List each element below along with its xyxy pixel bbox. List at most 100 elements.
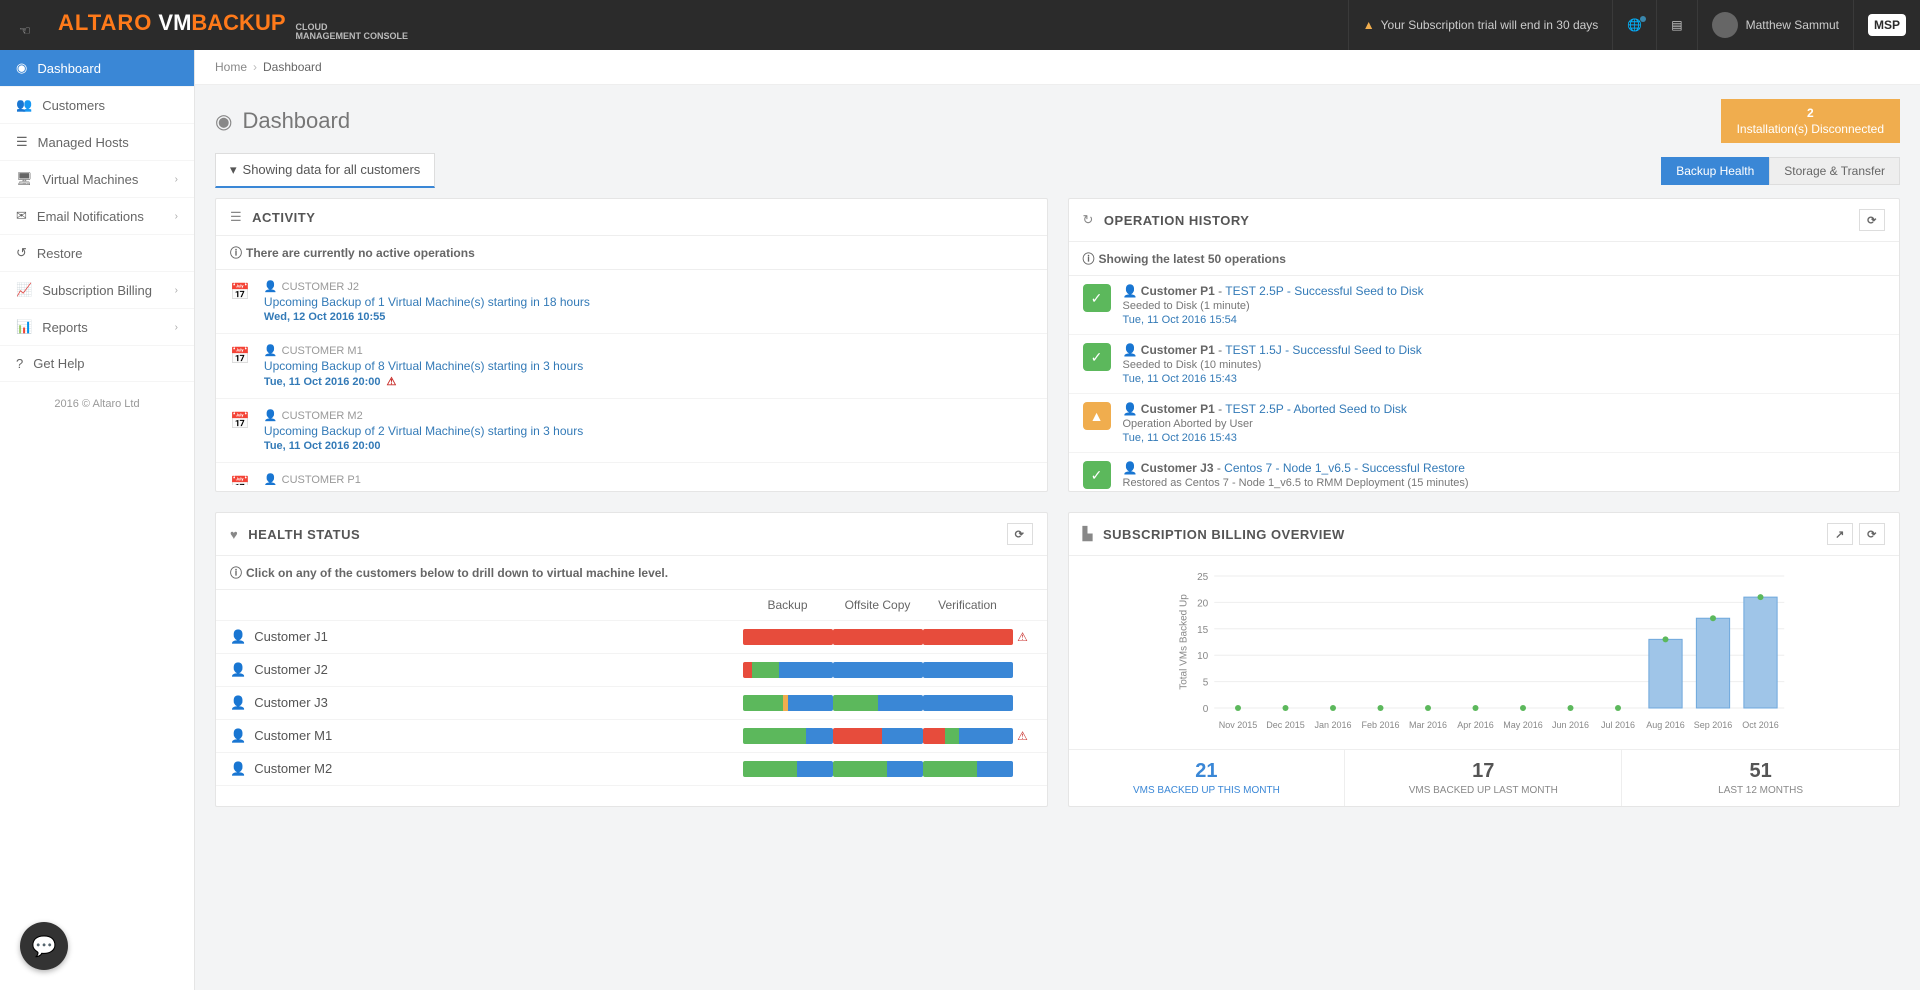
customer-filter[interactable]: ▾Showing data for all customers xyxy=(215,153,435,188)
health-row[interactable]: 👤Customer J1 ⚠ xyxy=(216,621,1047,654)
view-tabs: Backup Health Storage & Transfer xyxy=(1661,157,1900,185)
operation-item[interactable]: ▲ 👤 Customer P1 - TEST 2.5P - Aborted Se… xyxy=(1069,394,1900,453)
brand: ALTARO VMBACKUP CLOUDMANAGEMENT CONSOLE xyxy=(50,10,408,41)
tab-backup-health[interactable]: Backup Health xyxy=(1661,157,1769,185)
chevron-right-icon: › xyxy=(175,211,178,222)
chevron-right-icon: › xyxy=(175,285,178,296)
activity-customer: 👤CUSTOMER M2 xyxy=(264,409,583,422)
brand-vm: VM xyxy=(158,10,191,35)
activity-empty-msg: There are currently no active operations xyxy=(246,246,475,260)
svg-text:Dec 2015: Dec 2015 xyxy=(1266,720,1305,730)
sidebar-item-virtual-machines[interactable]: 🖥Virtual Machines› xyxy=(0,161,194,198)
calendar-icon: 📅 xyxy=(230,409,250,452)
activity-desc[interactable]: Upcoming Backup of 2 Virtual Machine(s) … xyxy=(264,424,583,438)
operation-item[interactable]: ✓ 👤 Customer P1 - TEST 1.5J - Successful… xyxy=(1069,335,1900,394)
globe-icon[interactable]: 🌐 xyxy=(1612,0,1656,50)
health-bar xyxy=(923,629,1013,645)
chevron-right-icon: › xyxy=(175,322,178,333)
sidebar-item-subscription-billing[interactable]: 📈Subscription Billing› xyxy=(0,272,194,309)
op-link[interactable]: TEST 2.5P - Successful Seed to Disk xyxy=(1225,284,1423,298)
refresh-button[interactable]: ⟳ xyxy=(1007,523,1033,545)
breadcrumb-home[interactable]: Home xyxy=(215,60,247,74)
share-button[interactable]: ↗ xyxy=(1827,523,1853,545)
svg-text:25: 25 xyxy=(1197,572,1209,583)
svg-text:Nov 2015: Nov 2015 xyxy=(1218,720,1257,730)
refresh-button[interactable]: ⟳ xyxy=(1859,209,1885,231)
svg-text:Jun 2016: Jun 2016 xyxy=(1551,720,1588,730)
page-title: Dashboard xyxy=(242,108,350,134)
chat-button[interactable]: 💬 xyxy=(20,922,68,970)
op-customer: Customer J3 xyxy=(1141,461,1214,475)
sidebar-item-managed-hosts[interactable]: ☰Managed Hosts xyxy=(0,124,194,161)
heart-icon: ♥ xyxy=(230,527,238,542)
sidebar-icon: ✉ xyxy=(16,208,27,224)
health-customer: 👤Customer J1 xyxy=(230,629,743,645)
health-body[interactable]: Backup Offsite Copy Verification 👤Custom… xyxy=(216,590,1047,805)
svg-text:Mar 2016: Mar 2016 xyxy=(1408,720,1446,730)
msp-badge[interactable]: MSP xyxy=(1853,0,1920,50)
hamburger-icon[interactable]: ☜ xyxy=(0,11,50,39)
sidebar-item-label: Customers xyxy=(42,98,105,113)
billing-stat-label: VMS BACKED UP LAST MONTH xyxy=(1355,785,1611,796)
op-link[interactable]: TEST 1.5J - Successful Seed to Disk xyxy=(1225,343,1422,357)
health-row[interactable]: 👤Customer M2 xyxy=(216,753,1047,786)
sidebar-icon: 📊 xyxy=(16,319,32,335)
health-bar xyxy=(923,662,1013,678)
svg-text:Apr 2016: Apr 2016 xyxy=(1457,720,1494,730)
breadcrumb: Home›Dashboard xyxy=(195,50,1920,85)
disconnected-alert[interactable]: 2 Installation(s) Disconnected xyxy=(1721,99,1900,143)
op-customer: Customer P1 xyxy=(1141,284,1215,298)
topbar: ☜ ALTARO VMBACKUP CLOUDMANAGEMENT CONSOL… xyxy=(0,0,1920,50)
svg-text:Feb 2016: Feb 2016 xyxy=(1361,720,1399,730)
tab-storage-transfer[interactable]: Storage & Transfer xyxy=(1769,157,1900,185)
ops-list[interactable]: ✓ 👤 Customer P1 - TEST 2.5P - Successful… xyxy=(1069,276,1900,491)
op-detail: Seeded to Disk (10 minutes) xyxy=(1123,359,1422,371)
apps-icon[interactable]: ▤ xyxy=(1656,0,1696,50)
health-bar xyxy=(743,695,833,711)
billing-title: SUBSCRIPTION BILLING OVERVIEW xyxy=(1103,527,1345,542)
svg-text:10: 10 xyxy=(1197,651,1209,662)
user-menu[interactable]: Matthew Sammut xyxy=(1697,0,1853,50)
activity-item[interactable]: 📅 👤CUSTOMER J2 Upcoming Backup of 1 Virt… xyxy=(216,270,1047,334)
trial-notice[interactable]: ▲Your Subscription trial will end in 30 … xyxy=(1348,0,1613,50)
health-row[interactable]: 👤Customer J2 xyxy=(216,654,1047,687)
op-link[interactable]: TEST 2.5P - Aborted Seed to Disk xyxy=(1225,402,1407,416)
svg-text:May 2016: May 2016 xyxy=(1503,720,1543,730)
success-icon: ✓ xyxy=(1083,461,1111,489)
sidebar-item-label: Virtual Machines xyxy=(43,172,139,187)
operation-item[interactable]: ✓ 👤 Customer P1 - TEST 2.5P - Successful… xyxy=(1069,276,1900,335)
sidebar-item-reports[interactable]: 📊Reports› xyxy=(0,309,194,346)
svg-text:Jan 2016: Jan 2016 xyxy=(1314,720,1351,730)
health-row[interactable]: 👤Customer J3 xyxy=(216,687,1047,720)
activity-desc[interactable]: Upcoming Backup of 8 Virtual Machine(s) … xyxy=(264,359,583,373)
billing-chart: 0510152025Total VMs Backed UpNov 2015Dec… xyxy=(1069,556,1900,749)
sidebar-item-email-notifications[interactable]: ✉Email Notifications› xyxy=(0,198,194,235)
filter-icon: ▾ xyxy=(230,162,237,177)
health-bar xyxy=(833,662,923,678)
op-timestamp: Tue, 11 Oct 2016 15:54 xyxy=(1123,314,1424,326)
op-link[interactable]: Centos 7 - Node 1_v6.5 - Successful Rest… xyxy=(1224,461,1465,475)
billing-stat[interactable]: 51LAST 12 MONTHS xyxy=(1622,750,1899,806)
health-bar xyxy=(833,728,923,744)
health-customer: 👤Customer M2 xyxy=(230,761,743,777)
sidebar-item-get-help[interactable]: ?Get Help xyxy=(0,346,194,382)
refresh-button[interactable]: ⟳ xyxy=(1859,523,1885,545)
activity-desc[interactable]: Upcoming Backup of 1 Virtual Machine(s) … xyxy=(264,295,590,309)
billing-stat-number: 17 xyxy=(1355,760,1611,783)
operation-item[interactable]: ✓ 👤 Customer J3 - Centos 7 - Node 1_v6.5… xyxy=(1069,453,1900,491)
sidebar-item-customers[interactable]: 👥Customers xyxy=(0,87,194,124)
activity-item[interactable]: 📅 👤CUSTOMER M1 Upcoming Backup of 8 Virt… xyxy=(216,334,1047,399)
brand-backup: BACKUP xyxy=(191,10,285,35)
activity-list[interactable]: 📅 👤CUSTOMER J2 Upcoming Backup of 1 Virt… xyxy=(216,270,1047,485)
history-icon: ↻ xyxy=(1083,212,1094,228)
sidebar-item-restore[interactable]: ↺Restore xyxy=(0,235,194,272)
health-bar xyxy=(923,695,1013,711)
sidebar-item-dashboard[interactable]: ◉Dashboard xyxy=(0,50,194,87)
billing-stat[interactable]: 17 VMS BACKED UP LAST MONTH xyxy=(1345,750,1622,806)
brand-tagline: CLOUDMANAGEMENT CONSOLE xyxy=(292,23,409,41)
billing-stat[interactable]: 21VMS BACKED UP THIS MONTH xyxy=(1069,750,1346,806)
brand-altaro: ALTARO xyxy=(58,10,152,36)
activity-item[interactable]: 📅 👤CUSTOMER M2 Upcoming Backup of 2 Virt… xyxy=(216,399,1047,463)
health-row[interactable]: 👤Customer M1 ⚠ xyxy=(216,720,1047,753)
activity-item[interactable]: 📅 👤CUSTOMER P1 Upcoming Backup of 2 Virt… xyxy=(216,463,1047,485)
